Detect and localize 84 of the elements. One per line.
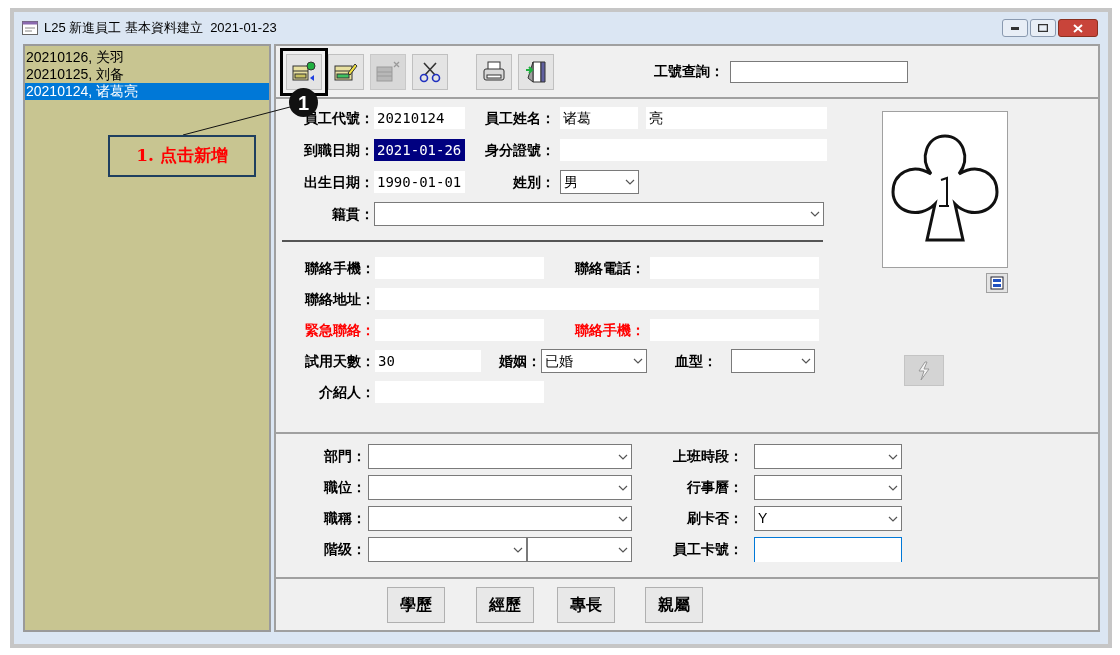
toolbar-button[interactable] [476, 53, 512, 90]
field-label: 職位： [322, 478, 366, 497]
maximize-icon [1038, 24, 1048, 32]
window-title: L25 新進員工 基本資料建立 2021-01-23 [44, 19, 277, 38]
field-label: 聯絡電話： [573, 258, 645, 278]
dropdown-field[interactable] [754, 475, 902, 500]
lookup-label: 工號查詢： [654, 62, 724, 81]
field-label: 出生日期： [303, 172, 374, 192]
printer-icon [483, 60, 505, 83]
field-label: 聯絡手機： [303, 258, 375, 278]
dropdown-field[interactable] [368, 537, 527, 562]
date-field[interactable]: 2021-01-26 [374, 139, 465, 161]
field-label: 緊急聯絡： [304, 320, 375, 340]
add-record-icon [292, 60, 316, 83]
dropdown-field[interactable] [368, 506, 632, 531]
callout-text: 1. 点击新增 [136, 144, 228, 168]
chevron-down-icon [618, 515, 628, 522]
field-label: 刷卡否： [686, 509, 743, 528]
chevron-down-icon [618, 484, 628, 491]
minimize-button[interactable] [1002, 19, 1028, 37]
scissors-icon [419, 60, 441, 83]
field-label: 血型： [674, 351, 717, 371]
date-field[interactable]: 1990-01-01 [374, 171, 465, 193]
dropdown-field[interactable] [368, 475, 632, 500]
employee-list-item[interactable]: 20210125, 刘备 [25, 66, 269, 83]
text-field[interactable]: 20210124 [374, 107, 465, 129]
close-icon [1073, 23, 1083, 33]
field-label: 姓別： [512, 172, 555, 192]
tab-button[interactable]: 經歷 [476, 586, 534, 623]
text-field[interactable] [754, 537, 902, 562]
text-field[interactable]: 诸葛 [560, 107, 638, 129]
field-label: 聯絡地址： [303, 289, 375, 309]
dropdown-field[interactable] [374, 202, 824, 226]
image-icon [990, 276, 1004, 290]
field-label: 聯絡手機： [573, 320, 645, 340]
employee-list-item[interactable]: 20210126, 关羽 [25, 49, 269, 66]
dropdown-field[interactable] [731, 349, 815, 373]
field-label: 部門： [323, 447, 366, 466]
tab-button[interactable]: 學歷 [387, 586, 445, 623]
chevron-down-icon [618, 453, 628, 460]
window-icon [22, 21, 38, 35]
toolbar-button[interactable] [518, 53, 554, 90]
dropdown-field[interactable] [527, 537, 632, 562]
field-label: 員工姓名： [484, 108, 555, 128]
maximize-button[interactable] [1030, 19, 1056, 37]
field-label: 試用天數： [304, 351, 375, 371]
door-exit-icon [525, 59, 547, 84]
close-button[interactable] [1058, 19, 1098, 37]
chevron-down-icon [888, 484, 898, 491]
tab-button[interactable]: 親屬 [645, 586, 703, 623]
dropdown-field[interactable]: 男 [560, 170, 639, 194]
field-label: 上班時段： [672, 447, 743, 466]
chevron-down-icon [888, 453, 898, 460]
delete-record-icon [376, 60, 400, 83]
field-label: 婚姻： [498, 351, 541, 371]
text-field[interactable]: 30 [375, 350, 481, 372]
toolbar-button[interactable] [412, 53, 448, 90]
chevron-down-icon [810, 211, 820, 217]
chevron-down-icon [618, 546, 628, 553]
field-label: 職稱： [322, 509, 366, 528]
id-lookup-field[interactable] [730, 60, 908, 83]
chevron-down-icon [633, 358, 643, 364]
field-label: 階级： [323, 540, 366, 559]
field-label: 行事曆： [686, 478, 743, 497]
field-label: 介紹人： [318, 382, 375, 402]
dropdown-field[interactable] [368, 444, 632, 469]
field-label: 到職日期： [303, 140, 374, 160]
text-field[interactable]: 亮 [646, 107, 827, 129]
photo-button[interactable] [986, 273, 1008, 293]
employee-list-item[interactable]: 20210124, 诸葛亮 [25, 83, 269, 100]
chevron-down-icon [888, 515, 898, 522]
chevron-down-icon [625, 179, 635, 185]
tab-button[interactable]: 專長 [557, 586, 615, 623]
toolbar-button[interactable] [328, 53, 364, 90]
dropdown-field[interactable]: 已婚 [541, 349, 647, 373]
minimize-icon [1011, 26, 1019, 30]
field-label: 身分證號： [484, 140, 555, 160]
dropdown-field[interactable]: Y [754, 506, 902, 531]
field-label: 籍貫： [331, 204, 374, 224]
dropdown-field[interactable] [754, 444, 902, 469]
field-label: 員工卡號： [672, 540, 743, 559]
lightning-icon [916, 360, 932, 381]
chevron-down-icon [801, 358, 811, 364]
chevron-down-icon [513, 546, 523, 553]
